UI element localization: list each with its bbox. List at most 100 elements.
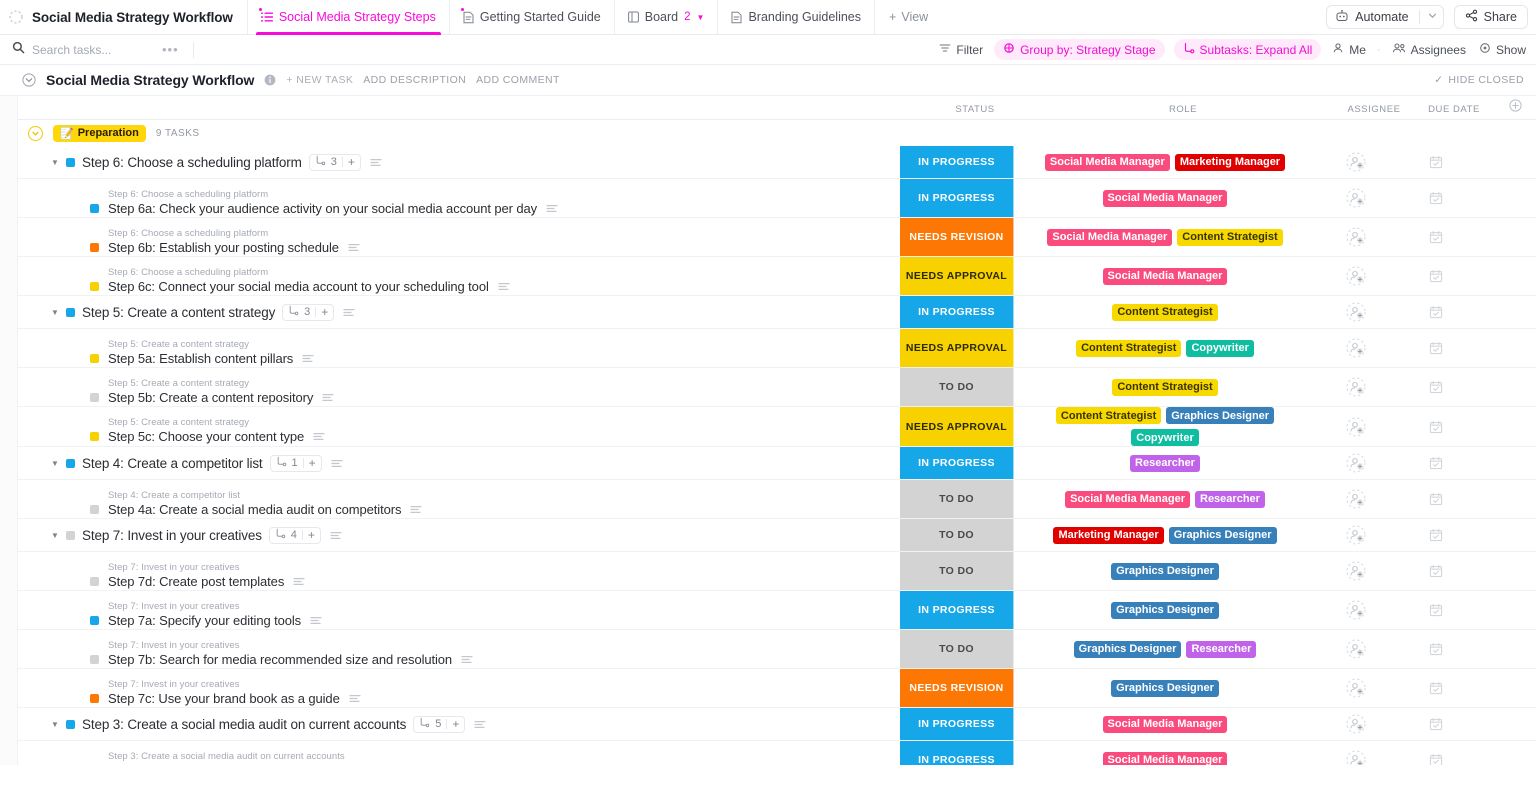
table-row[interactable]: Step 5: Create a content strategy Step 5c… [18, 407, 1536, 447]
status-cell[interactable]: IN PROGRESS [900, 591, 1014, 629]
task-title[interactable]: Step 5b: Create a content repository [108, 390, 313, 405]
subtask-count-chip[interactable]: 1 + [269, 454, 322, 472]
description-icon[interactable] [330, 531, 342, 540]
due-date-cell[interactable] [1396, 480, 1476, 518]
subtasks-button[interactable]: Subtasks: Expand All [1173, 39, 1322, 60]
status-cell[interactable]: IN PROGRESS [900, 296, 1014, 328]
role-tag[interactable]: Graphics Designer [1073, 640, 1182, 658]
filter-button[interactable]: Filter [937, 42, 985, 57]
me-button[interactable]: Me [1330, 42, 1368, 57]
description-icon[interactable] [546, 204, 558, 213]
role-tag[interactable]: Researcher [1195, 490, 1265, 508]
role-cell[interactable]: Social Media Manager Content Strategist [1014, 218, 1316, 256]
status-cell[interactable]: TO DO [900, 519, 1014, 551]
search-box[interactable] [12, 41, 162, 59]
due-date-cell[interactable] [1396, 447, 1476, 479]
description-icon[interactable] [498, 282, 510, 291]
add-assignee-icon[interactable] [1346, 266, 1366, 286]
table-row[interactable]: Step 6: Choose a scheduling platform Step… [18, 257, 1536, 296]
assignee-cell[interactable] [1316, 257, 1396, 295]
task-title[interactable]: Step 4: Create a competitor list [82, 456, 263, 471]
status-cell[interactable]: TO DO [900, 552, 1014, 590]
role-cell[interactable]: Graphics Designer [1014, 552, 1316, 590]
status-cell[interactable]: NEEDS APPROVAL [900, 257, 1014, 295]
description-icon[interactable] [410, 505, 422, 514]
add-assignee-icon[interactable] [1346, 302, 1366, 322]
due-date-cell[interactable] [1396, 407, 1476, 446]
due-date-cell[interactable] [1396, 741, 1476, 765]
due-date-cell[interactable] [1396, 708, 1476, 740]
add-assignee-icon[interactable] [1346, 750, 1366, 765]
role-tag[interactable]: Marketing Manager [1053, 526, 1164, 544]
app-logo-icon[interactable] [0, 0, 32, 34]
calendar-icon[interactable] [1429, 420, 1443, 434]
description-icon[interactable] [313, 432, 325, 441]
add-assignee-icon[interactable] [1346, 600, 1366, 620]
tab-social-media-strategy-steps[interactable]: Social Media Strategy Steps [246, 0, 449, 35]
description-icon[interactable] [331, 459, 343, 468]
role-tag[interactable]: Social Media Manager [1044, 153, 1170, 171]
role-tag[interactable]: Social Media Manager [1102, 189, 1228, 207]
role-tag[interactable]: Researcher [1130, 454, 1200, 472]
calendar-icon[interactable] [1429, 341, 1443, 355]
role-tag[interactable]: Social Media Manager [1047, 228, 1173, 246]
add-assignee-icon[interactable] [1346, 714, 1366, 734]
add-assignee-icon[interactable] [1346, 489, 1366, 509]
add-assignee-icon[interactable] [1346, 525, 1366, 545]
add-assignee-icon[interactable] [1346, 416, 1366, 437]
table-row[interactable]: Step 3: Create a social media audit on c… [18, 741, 1536, 765]
task-title[interactable]: Step 7a: Specify your editing tools [108, 613, 301, 628]
due-date-cell[interactable] [1396, 552, 1476, 590]
due-date-cell[interactable] [1396, 630, 1476, 668]
assignee-cell[interactable] [1316, 669, 1396, 707]
automate-button[interactable]: Automate [1326, 5, 1444, 29]
role-tag[interactable]: Content Strategist [1076, 339, 1182, 357]
new-task-button[interactable]: + NEW TASK [286, 74, 353, 86]
calendar-icon[interactable] [1429, 681, 1443, 695]
calendar-icon[interactable] [1429, 603, 1443, 617]
subtask-count-chip[interactable]: 4 + [268, 526, 321, 544]
status-cell[interactable]: IN PROGRESS [900, 708, 1014, 740]
expand-toggle-icon[interactable]: ▼ [51, 459, 59, 468]
description-icon[interactable] [293, 577, 305, 586]
role-tag[interactable]: Graphics Designer [1166, 407, 1275, 424]
info-icon[interactable] [264, 74, 276, 86]
role-tag[interactable]: Researcher [1186, 640, 1257, 658]
add-comment-button[interactable]: ADD COMMENT [476, 74, 560, 86]
role-cell[interactable]: Content Strategist Copywriter [1014, 329, 1316, 367]
due-date-cell[interactable] [1396, 591, 1476, 629]
task-title[interactable]: Step 7d: Create post templates [108, 574, 284, 589]
assignee-cell[interactable] [1316, 179, 1396, 217]
task-title[interactable]: Step 4a: Create a social media audit on … [108, 502, 401, 517]
description-icon[interactable] [348, 243, 360, 252]
show-button[interactable]: Show [1477, 42, 1528, 57]
tab-branding-guidelines[interactable]: Branding Guidelines [717, 0, 874, 34]
role-cell[interactable]: Content Strategist [1014, 368, 1316, 406]
role-cell[interactable]: Graphics Designer [1014, 669, 1316, 707]
share-button[interactable]: Share [1453, 5, 1528, 29]
status-cell[interactable]: NEEDS APPROVAL [900, 407, 1014, 446]
add-subtask-button[interactable]: + [309, 456, 316, 470]
expand-toggle-icon[interactable]: ▼ [51, 158, 59, 167]
task-title[interactable]: Step 6a: Check your audience activity on… [108, 201, 537, 216]
role-cell[interactable]: Marketing Manager Graphics Designer [1014, 519, 1316, 551]
tab-board[interactable]: Board 2 ▼ [613, 0, 718, 34]
calendar-icon[interactable] [1429, 191, 1443, 205]
table-row[interactable]: Step 5: Create a content strategy Step 5b… [18, 368, 1536, 407]
table-row[interactable]: Step 7: Invest in your creatives Step 7b:… [18, 630, 1536, 669]
group-collapse-icon[interactable] [28, 125, 43, 141]
task-title[interactable]: Step 7c: Use your brand book as a guide [108, 691, 340, 706]
table-row[interactable]: ▼ Step 4: Create a competitor list 1 + IN PR… [18, 447, 1536, 480]
task-title[interactable]: Step 5a: Establish content pillars [108, 351, 293, 366]
status-cell[interactable]: IN PROGRESS [900, 146, 1014, 178]
description-icon[interactable] [343, 308, 355, 317]
expand-toggle-icon[interactable]: ▼ [51, 308, 59, 317]
role-cell[interactable]: Social Media Manager Marketing Manager [1014, 146, 1316, 178]
add-assignee-icon[interactable] [1346, 453, 1366, 473]
add-subtask-button[interactable]: + [321, 305, 328, 319]
role-tag[interactable]: Content Strategist [1177, 228, 1283, 246]
role-tag[interactable]: Graphics Designer [1111, 562, 1219, 580]
calendar-icon[interactable] [1429, 753, 1443, 765]
role-cell[interactable]: Social Media Manager [1014, 708, 1316, 740]
assignee-cell[interactable] [1316, 630, 1396, 668]
